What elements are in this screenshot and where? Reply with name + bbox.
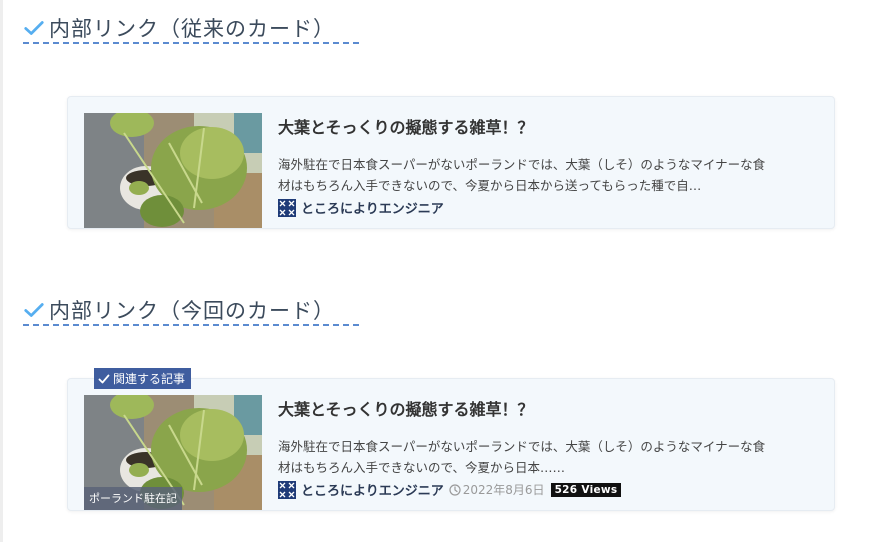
blogcard-new[interactable]: ポーランド駐在記 大葉とそっくりの擬態する雑草！？ 海外駐在で日本食スーパーがな… [67, 378, 835, 511]
view-count-badge: 526 Views [550, 482, 622, 497]
site-logo-icon [278, 480, 296, 499]
card-meta: ところによりエンジニア 2022年8月6日 526 Views [278, 480, 622, 499]
thumbnail-image[interactable] [84, 113, 262, 228]
site-logo-icon [278, 198, 296, 217]
card-excerpt: 海外駐在で日本食スーパーがないポーランドでは、大葉（しそ）のようなマイナーな食 … [278, 154, 816, 196]
category-label[interactable]: ポーランド駐在記 [84, 487, 182, 510]
badge-label: 関連する記事 [113, 372, 186, 386]
blogcard-old[interactable]: 大葉とそっくりの擬態する雑草！？ 海外駐在で日本食スーパーがないポーランドでは、… [67, 96, 835, 229]
card-excerpt: 海外駐在で日本食スーパーがないポーランドでは、大葉（しそ）のようなマイナーな食 … [278, 436, 816, 478]
left-border [0, 0, 3, 542]
check-icon [24, 303, 44, 317]
card-meta: ところによりエンジニア [278, 198, 444, 217]
section-heading-text: 内部リンク（今回のカード） [49, 299, 335, 323]
check-icon [98, 374, 110, 383]
excerpt-line: 材はもちろん入手できないので、今夏から日本…… [278, 460, 566, 475]
excerpt-line: 海外駐在で日本食スーパーがないポーランドでは、大葉（しそ）のようなマイナーな食 [278, 439, 766, 454]
site-name: ところによりエンジニア [301, 484, 444, 499]
post-date: 2022年8月6日 [449, 481, 545, 498]
date-text: 2022年8月6日 [462, 483, 545, 497]
excerpt-line: 材はもちろん入手できないので、今夏から日本から送ってもらった種で自… [278, 178, 702, 193]
card-title[interactable]: 大葉とそっくりの擬態する雑草！？ [278, 114, 534, 138]
section-heading-text: 内部リンク（従来のカード） [49, 17, 335, 41]
clock-icon [449, 483, 461, 496]
related-article-badge: 関連する記事 [94, 368, 192, 389]
card-title[interactable]: 大葉とそっくりの擬態する雑草！？ [278, 396, 534, 420]
section-heading-1: 内部リンク（従来のカード） [23, 14, 359, 44]
excerpt-line: 海外駐在で日本食スーパーがないポーランドでは、大葉（しそ）のようなマイナーな食 [278, 157, 766, 172]
site-name: ところによりエンジニア [301, 202, 444, 217]
section-heading-2: 内部リンク（今回のカード） [23, 296, 359, 326]
check-icon [24, 21, 44, 35]
thumbnail-image[interactable]: ポーランド駐在記 [84, 395, 262, 510]
